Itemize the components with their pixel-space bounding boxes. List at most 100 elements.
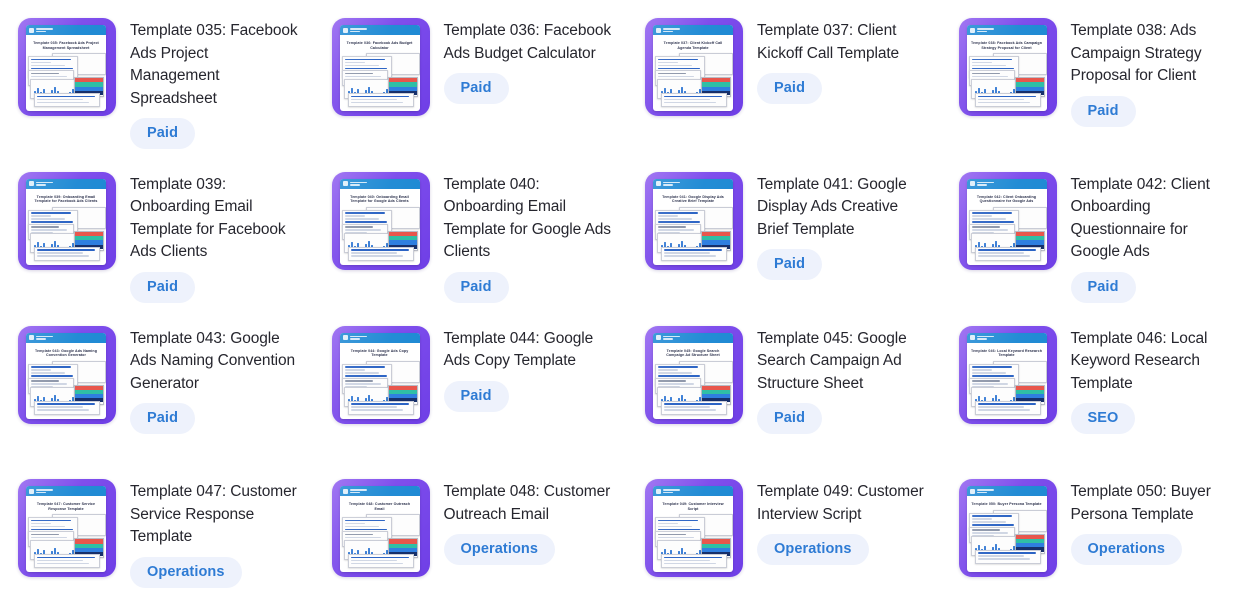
document-header-lines-icon [976, 181, 994, 186]
template-thumbnail-template-039[interactable]: Template 039: Onboarding Email Template … [18, 171, 116, 270]
template-card-template-046[interactable]: Template 046: Local Keyword Research Tem… [940, 307, 1254, 462]
preview-list-sheet [974, 549, 1041, 564]
template-title[interactable]: Template 042: Client Onboarding Question… [1071, 174, 1241, 264]
template-card-template-036[interactable]: Template 036: Facebook Ads Budget Calcul… [313, 0, 627, 154]
preview-list-sheet [974, 400, 1041, 415]
template-info: Template 037: Client Kickoff Call Templa… [743, 18, 927, 104]
template-badge-template-040[interactable]: Paid [443, 271, 509, 303]
template-title[interactable]: Template 039: Onboarding Email Template … [130, 174, 300, 264]
template-title[interactable]: Template 043: Google Ads Naming Conventi… [130, 328, 300, 396]
template-card-template-048[interactable]: Template 048: Customer Outreach Email Te… [313, 461, 627, 615]
template-thumbnail-template-040[interactable]: Template 040: Onboarding Email Template … [331, 171, 430, 270]
template-title[interactable]: Template 035: Facebook Ads Project Manag… [130, 20, 300, 110]
template-card-template-037[interactable]: Template 037: Client Kickoff Call Agenda… [627, 0, 941, 154]
template-title[interactable]: Template 041: Google Display Ads Creativ… [757, 174, 927, 242]
thumbnail-document-title: Template 044: Google Ads Copy Template [350, 348, 409, 358]
document-header-bar [26, 25, 106, 35]
template-title[interactable]: Template 036: Facebook Ads Budget Calcul… [444, 20, 614, 65]
document-logo-icon [29, 27, 34, 33]
document-header-bar [653, 178, 733, 189]
template-thumbnail-template-037[interactable]: Template 037: Client Kickoff Call Agenda… [645, 18, 743, 116]
template-thumbnail-template-044[interactable]: Template 044: Google Ads Copy Template [331, 325, 430, 424]
template-badge-template-046[interactable]: SEO [1070, 403, 1136, 434]
template-title[interactable]: Template 045: Google Search Campaign Ad … [757, 328, 927, 396]
template-thumbnail-template-041[interactable]: Template 041: Google Display Ads Creativ… [645, 171, 743, 270]
document-body-preview [340, 206, 420, 261]
template-badge-template-049[interactable]: Operations [757, 534, 869, 566]
document-header-bar [653, 25, 733, 35]
template-title[interactable]: Template 046: Local Keyword Research Tem… [1071, 328, 1241, 396]
template-thumbnail-template-035[interactable]: Template 035: Facebook Ads Project Manag… [18, 18, 116, 116]
template-card-template-043[interactable]: Template 043: Google Ads Naming Conventi… [0, 307, 314, 462]
document-header-bar [966, 25, 1047, 35]
template-thumbnail-template-042[interactable]: Template 042: Client Onboarding Question… [958, 171, 1057, 270]
template-card-template-041[interactable]: Template 041: Google Display Ads Creativ… [627, 153, 941, 308]
template-badge-template-039[interactable]: Paid [130, 271, 196, 303]
document-logo-icon [342, 488, 348, 494]
document-header-bar [339, 332, 420, 343]
template-thumbnail-template-047[interactable]: Template 047: Customer Service Response … [18, 479, 116, 578]
thumbnail-document-preview: Template 038: Facebook Ads Campaign Stra… [966, 25, 1047, 111]
document-body-preview [26, 360, 106, 415]
preview-list-sheet [34, 400, 100, 415]
document-logo-icon [342, 335, 348, 340]
template-thumbnail-template-046[interactable]: Template 046: Local Keyword Research Tem… [958, 325, 1057, 424]
template-info: Template 043: Google Ads Naming Conventi… [116, 326, 300, 434]
template-badge-template-043[interactable]: Paid [130, 403, 196, 434]
template-badge-template-050[interactable]: Operations [1070, 534, 1183, 566]
document-body-preview [653, 360, 733, 415]
template-card-template-050[interactable]: Template 050: Buyer Persona Template Tem… [940, 461, 1254, 615]
template-badge-template-045[interactable]: Paid [757, 403, 823, 434]
template-title[interactable]: Template 038: Ads Campaign Strategy Prop… [1071, 20, 1241, 88]
thumbnail-document-title: Template 037: Client Kickoff Call Agenda… [663, 41, 723, 50]
template-title[interactable]: Template 050: Buyer Persona Template [1071, 481, 1241, 526]
document-body-preview [653, 53, 733, 108]
template-badge-template-044[interactable]: Paid [443, 380, 509, 412]
template-info: Template 039: Onboarding Email Template … [116, 172, 300, 303]
document-header-lines-icon [663, 181, 680, 186]
template-info: Template 046: Local Keyword Research Tem… [1057, 326, 1241, 434]
template-badge-template-036[interactable]: Paid [443, 73, 509, 104]
template-title[interactable]: Template 040: Onboarding Email Template … [444, 174, 614, 264]
preview-list-sheet [661, 400, 727, 415]
template-card-template-035[interactable]: Template 035: Facebook Ads Project Manag… [0, 0, 314, 154]
template-badge-template-047[interactable]: Operations [130, 556, 242, 588]
document-header-bar [966, 178, 1047, 189]
document-header-lines-icon [976, 489, 994, 494]
template-title[interactable]: Template 037: Client Kickoff Call Templa… [757, 20, 927, 65]
template-badge-template-041[interactable]: Paid [757, 249, 823, 281]
document-logo-icon [656, 27, 661, 33]
template-badge-template-035[interactable]: Paid [130, 118, 196, 149]
document-header-bar [966, 486, 1047, 497]
template-thumbnail-template-036[interactable]: Template 036: Facebook Ads Budget Calcul… [331, 18, 430, 116]
document-body-preview [26, 206, 106, 261]
template-badge-template-042[interactable]: Paid [1070, 271, 1136, 303]
template-info: Template 050: Buyer Persona Template Ope… [1057, 479, 1241, 566]
preview-list-sheet [34, 246, 100, 261]
template-thumbnail-template-045[interactable]: Template 045: Google Search Campaign Ad … [645, 325, 743, 424]
template-title[interactable]: Template 047: Customer Service Response … [130, 481, 300, 549]
document-header-bar [966, 332, 1047, 343]
thumbnail-document-title: Template 045: Google Search Campaign Ad … [666, 348, 720, 358]
template-thumbnail-template-050[interactable]: Template 050: Buyer Persona Template [958, 479, 1057, 578]
template-card-template-038[interactable]: Template 038: Facebook Ads Campaign Stra… [940, 0, 1254, 154]
template-thumbnail-template-049[interactable]: Template 049: Customer Interview Script [645, 479, 743, 578]
document-body-preview [340, 53, 420, 108]
document-logo-icon [29, 488, 34, 494]
template-thumbnail-template-048[interactable]: Template 048: Customer Outreach Email [331, 479, 430, 578]
template-thumbnail-template-043[interactable]: Template 043: Google Ads Naming Conventi… [18, 325, 116, 424]
template-card-template-049[interactable]: Template 049: Customer Interview Script [627, 461, 941, 615]
template-card-template-042[interactable]: Template 042: Client Onboarding Question… [940, 153, 1254, 308]
template-card-template-039[interactable]: Template 039: Onboarding Email Template … [0, 153, 314, 308]
template-badge-template-038[interactable]: Paid [1070, 95, 1136, 127]
template-thumbnail-template-038[interactable]: Template 038: Facebook Ads Campaign Stra… [958, 18, 1057, 116]
template-card-template-047[interactable]: Template 047: Customer Service Response … [0, 461, 314, 615]
template-title[interactable]: Template 049: Customer Interview Script [757, 481, 927, 526]
template-card-template-045[interactable]: Template 045: Google Search Campaign Ad … [627, 307, 941, 462]
template-title[interactable]: Template 044: Google Ads Copy Template [444, 328, 614, 373]
template-card-template-040[interactable]: Template 040: Onboarding Email Template … [313, 153, 627, 308]
template-badge-template-037[interactable]: Paid [757, 73, 823, 104]
template-title[interactable]: Template 048: Customer Outreach Email [444, 481, 614, 526]
template-badge-template-048[interactable]: Operations [443, 534, 556, 566]
template-card-template-044[interactable]: Template 044: Google Ads Copy Template T… [313, 307, 627, 462]
